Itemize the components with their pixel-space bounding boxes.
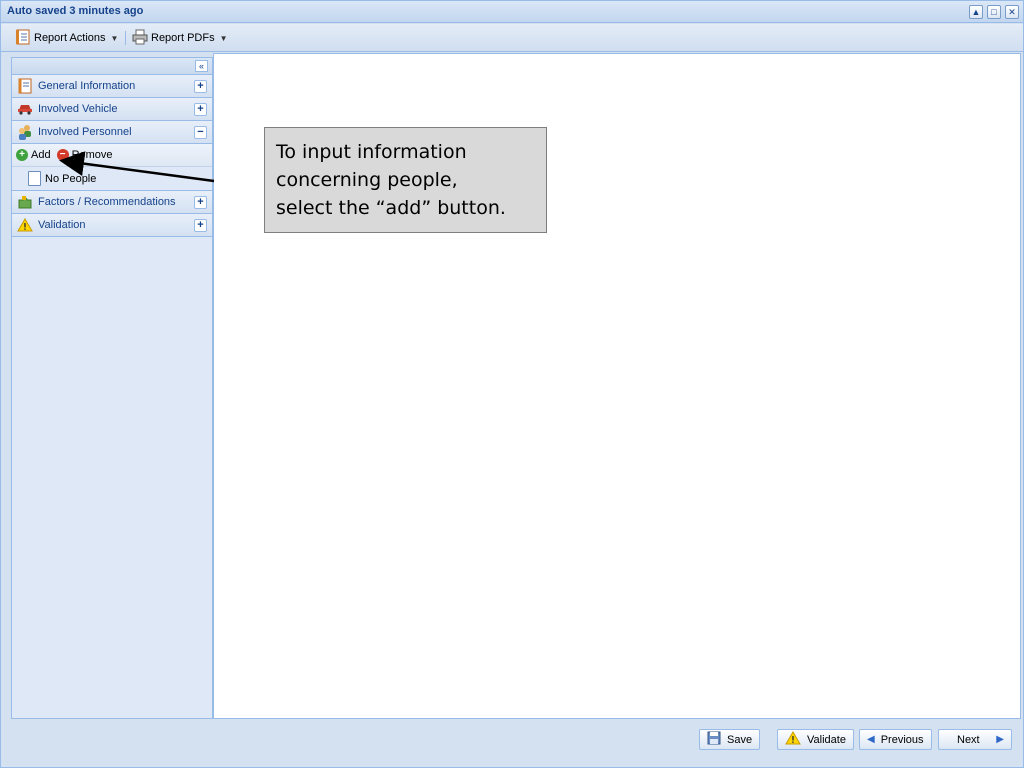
save-button[interactable]: Save: [699, 729, 761, 750]
personnel-panel: + Add − Remove No People: [12, 144, 212, 191]
close-window-icon[interactable]: ✕: [1005, 5, 1019, 19]
autosave-status: Auto saved 3 minutes ago: [7, 5, 144, 17]
expand-icon[interactable]: +: [194, 80, 207, 93]
validate-button[interactable]: Validate: [777, 729, 854, 750]
navigation-sidebar: « General Information + Involved Vehicle…: [11, 57, 213, 719]
floppy-icon: [707, 731, 721, 748]
report-toolbar: Report Actions ▼ Report PDFs ▼: [1, 24, 1023, 52]
footer-bar: Save Validate ◀ Previous Next ▶: [1, 720, 1023, 767]
report-pdfs-button[interactable]: Report PDFs ▼: [132, 29, 228, 47]
expand-icon[interactable]: +: [194, 196, 207, 209]
sidebar-header: «: [12, 58, 212, 75]
toolbar-separator: [125, 31, 126, 45]
collapse-sidebar-icon[interactable]: «: [195, 60, 208, 72]
expand-icon[interactable]: +: [194, 103, 207, 116]
sidebar-item-general-information[interactable]: General Information +: [12, 75, 212, 98]
collapse-window-icon[interactable]: ▲: [969, 5, 983, 19]
arrow-right-icon: ▶: [996, 734, 1004, 745]
report-actions-button[interactable]: Report Actions ▼: [15, 29, 118, 47]
report-actions-label: Report Actions: [34, 32, 106, 44]
remove-icon: −: [56, 149, 69, 161]
report-pdfs-label: Report PDFs: [151, 32, 215, 44]
sidebar-item-factors-recommendations[interactable]: Factors / Recommendations +: [12, 191, 212, 214]
chevron-down-icon: ▼: [110, 33, 119, 43]
collapse-icon[interactable]: −: [194, 126, 207, 139]
sidebar-item-involved-vehicle[interactable]: Involved Vehicle +: [12, 98, 212, 121]
sidebar-item-validation[interactable]: Validation +: [12, 214, 212, 237]
warning-icon: [785, 731, 801, 748]
report-window: Auto saved 3 minutes ago ▲ □ ✕ Report Ac…: [0, 0, 1024, 768]
people-icon: [17, 124, 33, 140]
arrow-left-icon: ◀: [867, 734, 875, 745]
tutorial-callout: To input information concerning people, …: [264, 127, 547, 233]
form-icon: [17, 78, 33, 94]
callout-line: select the “add” button.: [276, 197, 506, 219]
report-actions-icon: [15, 29, 31, 48]
expand-icon[interactable]: +: [194, 219, 207, 232]
add-person-button[interactable]: + Add: [16, 149, 51, 161]
maximize-window-icon[interactable]: □: [987, 5, 1001, 19]
list-item[interactable]: No People: [12, 167, 212, 190]
document-icon: [28, 171, 41, 186]
window-titlebar: Auto saved 3 minutes ago ▲ □ ✕: [1, 1, 1023, 23]
add-icon: +: [16, 149, 28, 161]
sidebar-item-involved-personnel[interactable]: Involved Personnel −: [12, 121, 212, 144]
car-icon: [17, 101, 33, 117]
puzzle-icon: [17, 194, 33, 210]
printer-icon: [132, 29, 148, 48]
warning-icon: [17, 217, 33, 233]
previous-button[interactable]: ◀ Previous: [859, 729, 932, 750]
next-button[interactable]: Next ▶: [938, 729, 1012, 750]
callout-line: concerning people,: [276, 169, 458, 191]
callout-line: To input information: [276, 141, 467, 163]
chevron-down-icon: ▼: [219, 33, 228, 43]
remove-person-button[interactable]: − Remove: [56, 149, 113, 161]
personnel-toolbar: + Add − Remove: [12, 144, 212, 167]
